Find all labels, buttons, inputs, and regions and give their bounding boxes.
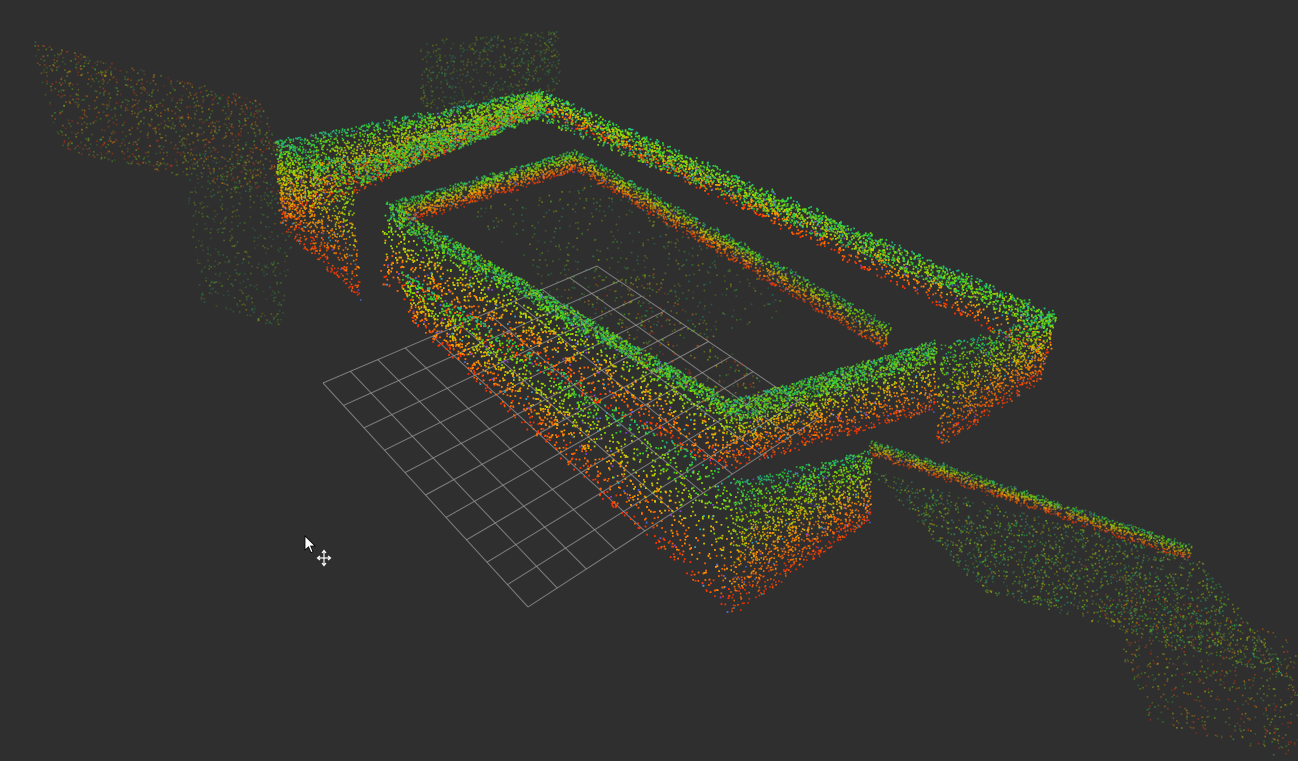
point-cloud xyxy=(35,31,1298,755)
floor-grid xyxy=(323,266,820,607)
point-cloud-scene[interactable] xyxy=(0,0,1298,761)
3d-viewport[interactable] xyxy=(0,0,1298,761)
